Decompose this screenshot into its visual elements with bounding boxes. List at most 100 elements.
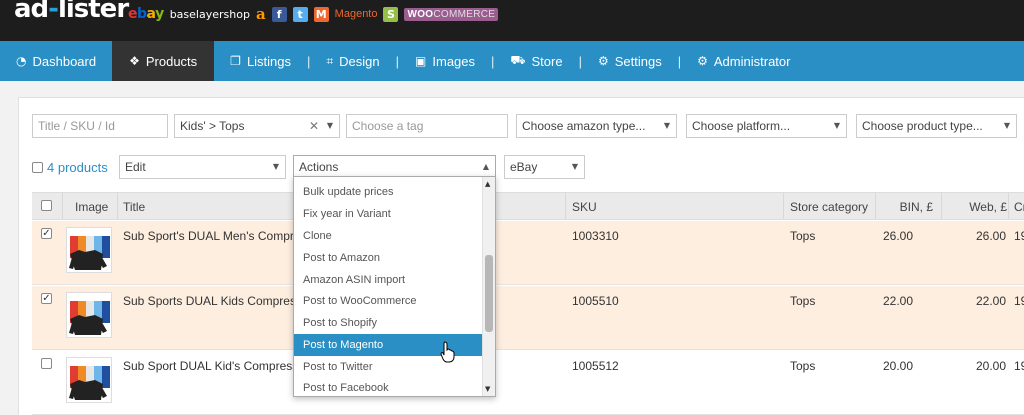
ebay-logo: ebay (128, 6, 164, 22)
row-checkbox[interactable]: ✓ (41, 293, 52, 304)
col-image: Image (75, 200, 109, 214)
chevron-down-icon: ▼ (326, 121, 333, 130)
menu-item-post-woocommerce[interactable]: Post to WooCommerce (294, 290, 482, 312)
amazon-icon: a (255, 5, 266, 23)
nav-images[interactable]: ▣ Images (399, 41, 491, 81)
chevron-down-icon: ▼ (1003, 121, 1010, 130)
col-store-category[interactable]: Store category (790, 200, 868, 214)
nav-dashboard[interactable]: ◔ Dashboard (0, 41, 112, 81)
tag-input[interactable]: Choose a tag (346, 114, 508, 138)
col-title[interactable]: Title (123, 200, 145, 214)
row-cr: 19 (1014, 229, 1024, 243)
woocommerce-logo: WOOCOMMERCE (404, 7, 499, 21)
magento-icon: M (313, 6, 329, 22)
dashboard-icon: ◔ (16, 54, 27, 68)
header-checkbox[interactable] (41, 200, 52, 211)
menu-item-post-amazon[interactable]: Post to Amazon (294, 247, 482, 269)
hand-cursor-icon (440, 341, 455, 363)
column-divider (117, 193, 118, 219)
row-checkbox[interactable] (41, 358, 52, 369)
products-count[interactable]: 4 products (47, 160, 108, 175)
chevron-down-icon: ▼ (833, 121, 840, 130)
nav-separator: | (677, 53, 682, 69)
table-row[interactable]: ✓ Sub Sport's DUAL Men's Compress 100331… (32, 221, 1024, 285)
actions-dropdown-menu: Bulk update prices Fix year in Variant C… (293, 176, 496, 397)
clear-icon[interactable]: ✕ (309, 115, 319, 137)
table-header: Image Title SKU Store category BIN, £ We… (32, 192, 1024, 220)
nav-store[interactable]: ⛟ Store (494, 41, 578, 81)
nav-products[interactable]: ❖ Products (112, 41, 215, 81)
nav-separator: | (491, 53, 495, 69)
row-web: 22.00 (975, 294, 1006, 308)
nav-separator: | (395, 53, 400, 69)
menu-item-fix-year[interactable]: Fix year in Variant (294, 203, 482, 225)
menu-item-bulk-update-prices[interactable]: Bulk update prices (294, 181, 482, 203)
col-cr[interactable]: Cr (1014, 200, 1024, 214)
row-checkbox[interactable]: ✓ (41, 228, 52, 239)
copy-icon: ❐ (230, 54, 241, 68)
row-sku: 1005510 (572, 294, 619, 308)
dropdown-scrollbar[interactable]: ▲ ▼ (482, 177, 495, 396)
nav-listings[interactable]: ❐ Listings (214, 41, 307, 81)
row-title[interactable]: Sub Sports DUAL Kids Compression (123, 294, 318, 308)
row-bin: 26.00 (882, 229, 913, 243)
table-row[interactable]: ✓ Sub Sports DUAL Kids Compression 10055… (32, 286, 1024, 350)
row-cr: 19 (1014, 359, 1024, 373)
row-title[interactable]: Sub Sport DUAL Kid's Compression (123, 359, 314, 373)
gear-icon: ⚙ (697, 54, 708, 68)
col-bin[interactable]: BIN, £ (900, 200, 933, 214)
channel-select[interactable]: eBay ▼ (504, 155, 585, 179)
col-web[interactable]: Web, £ (969, 200, 1007, 214)
row-cr: 19 (1014, 294, 1024, 308)
menu-item-post-facebook[interactable]: Post to Facebook (294, 377, 482, 396)
menu-item-post-shopify[interactable]: Post to Shopify (294, 312, 482, 334)
row-sku: 1003310 (572, 229, 619, 243)
scrollbar-thumb[interactable] (485, 255, 493, 332)
cart-icon: ⛟ (510, 53, 526, 67)
row-sku: 1005512 (572, 359, 619, 373)
menu-item-amazon-asin-import[interactable]: Amazon ASIN import (294, 269, 482, 291)
search-input[interactable]: Title / SKU / Id (32, 114, 168, 138)
scroll-down-icon[interactable]: ▼ (485, 385, 490, 393)
design-icon: ⌗ (326, 53, 334, 68)
edit-select[interactable]: Edit ▼ (119, 155, 286, 179)
nav-separator: | (578, 53, 582, 69)
row-category: Tops (790, 229, 816, 243)
platform-select[interactable]: Choose platform... ▼ (686, 114, 847, 138)
row-bin: 22.00 (882, 294, 913, 308)
column-divider (62, 193, 63, 219)
nav-design[interactable]: ⌗ Design (310, 41, 395, 81)
menu-item-clone[interactable]: Clone (294, 225, 482, 247)
top-bar: ad-lister ebay baselayershop a f t M Mag… (0, 0, 1024, 41)
row-web: 20.00 (975, 359, 1006, 373)
main-nav: ◔ Dashboard ❖ Products ❐ Listings | ⌗ Design… (0, 41, 1024, 81)
column-divider (565, 193, 566, 219)
select-all-checkbox[interactable] (32, 162, 43, 173)
scroll-up-icon[interactable]: ▲ (485, 180, 490, 188)
category-select[interactable]: Kids' > Tops ✕ ▼ (174, 114, 340, 138)
nav-settings[interactable]: ⚙ Settings (582, 41, 678, 81)
column-divider (783, 193, 784, 219)
row-category: Tops (790, 359, 816, 373)
column-divider (1008, 193, 1009, 219)
product-thumbnail[interactable] (66, 227, 112, 273)
col-sku[interactable]: SKU (572, 200, 597, 214)
chevron-down-icon: ▼ (571, 162, 578, 171)
chevron-up-icon: ▲ (482, 162, 489, 171)
nav-separator: | (307, 53, 311, 69)
row-title[interactable]: Sub Sport's DUAL Men's Compress (123, 229, 313, 243)
table-row[interactable]: Sub Sport DUAL Kid's Compression 1005512… (32, 351, 1024, 415)
row-bin: 20.00 (882, 359, 913, 373)
product-thumbnail[interactable] (66, 292, 112, 338)
chevron-down-icon: ▼ (272, 162, 279, 171)
facebook-icon: f (271, 6, 287, 22)
nav-administrator[interactable]: ⚙ Administrator (681, 41, 806, 81)
product-thumbnail[interactable] (66, 357, 112, 403)
amazon-type-select[interactable]: Choose amazon type... ▼ (516, 114, 677, 138)
column-divider (941, 193, 942, 219)
product-type-select[interactable]: Choose product type... ▼ (856, 114, 1017, 138)
twitter-icon: t (292, 6, 308, 22)
gear-icon: ⚙ (597, 54, 609, 68)
chevron-down-icon: ▼ (663, 121, 670, 130)
ad-lister-logo[interactable]: ad-lister (14, 0, 129, 24)
